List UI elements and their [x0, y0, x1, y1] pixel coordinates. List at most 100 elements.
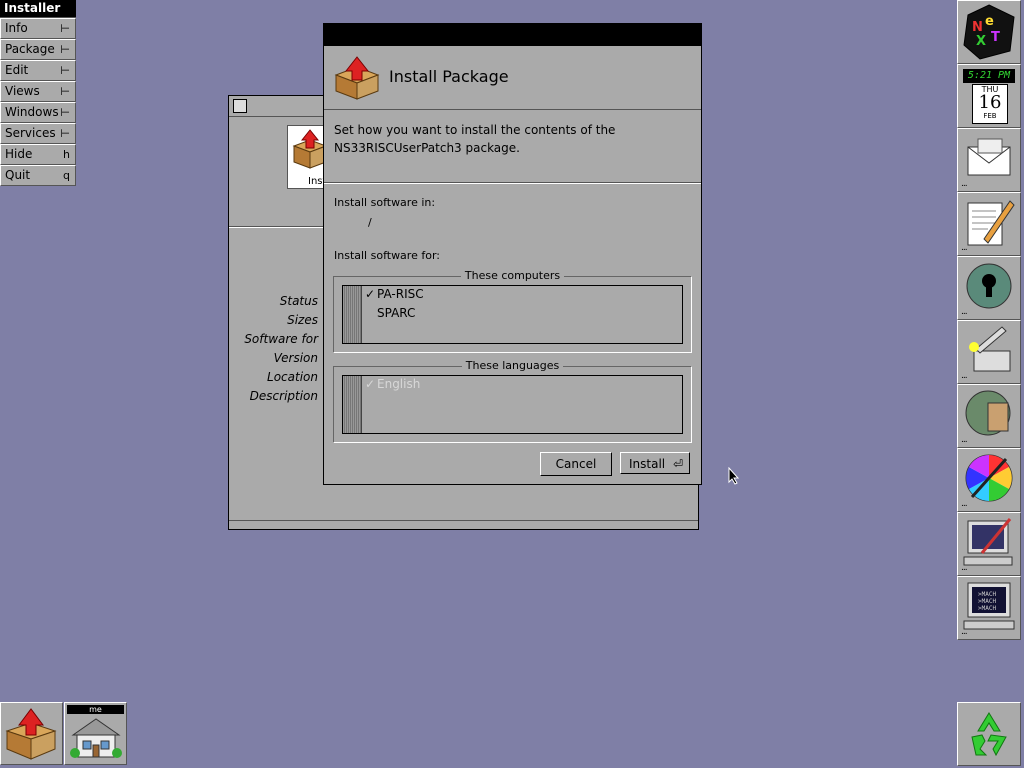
window-resize-bar[interactable]	[229, 520, 698, 529]
installer-app-tile[interactable]	[0, 702, 63, 765]
list-scroller[interactable]	[343, 376, 362, 433]
computers-list: ✓ PA-RISC SPARC	[342, 285, 683, 344]
submenu-arrow-icon: ⊢	[60, 106, 70, 119]
menu-item-label: Windows	[5, 105, 59, 119]
list-scroller[interactable]	[343, 286, 362, 343]
menu-item-views[interactable]: Views ⊢	[0, 81, 76, 102]
dock-tile-mail[interactable]: ...	[957, 128, 1021, 192]
menu-item-hide[interactable]: Hide h	[0, 144, 76, 165]
install-button-label: Install	[629, 457, 666, 471]
version-label: Version	[273, 351, 318, 365]
dialog-description: Set how you want to install the contents…	[334, 123, 616, 155]
calendar-icon: THU 16 FEB	[972, 84, 1008, 124]
launch-dots: ...	[961, 307, 968, 317]
status-label: Status	[279, 294, 318, 308]
menu-shortcut: q	[63, 169, 70, 182]
home-house-icon	[70, 718, 122, 758]
cancel-button[interactable]: Cancel	[540, 452, 612, 476]
home-folder-tile[interactable]: me	[64, 702, 127, 765]
launch-dots: ...	[961, 563, 968, 573]
svg-text:>MACH: >MACH	[978, 605, 996, 612]
menu-shortcut: h	[63, 148, 70, 161]
dock-tile-preferences[interactable]: ...	[957, 320, 1021, 384]
menu-item-windows[interactable]: Windows ⊢	[0, 102, 76, 123]
menu-item-label: Package	[5, 42, 55, 56]
svg-text:X: X	[976, 34, 986, 49]
dock-tile-recycler[interactable]	[957, 702, 1021, 766]
dialog-header: Install Package	[324, 47, 701, 110]
mouse-cursor-icon	[728, 467, 740, 485]
menu-item-label: Services	[5, 126, 56, 140]
menu-item-package[interactable]: Package ⊢	[0, 39, 76, 60]
color-wheel-icon	[965, 454, 1013, 502]
launch-dots: ...	[961, 371, 968, 381]
dock-tile-color[interactable]: ...	[957, 448, 1021, 512]
svg-text:T: T	[991, 30, 1000, 45]
languages-group: These languages ✓ English	[333, 359, 692, 443]
dock-tile-keyhole[interactable]: ...	[957, 256, 1021, 320]
submenu-arrow-icon: ⊢	[60, 85, 70, 98]
svg-text:N: N	[972, 20, 983, 35]
description-label: Description	[249, 389, 318, 403]
list-item-label: English	[377, 377, 421, 391]
languages-list: ✓ English	[342, 375, 683, 434]
menu-item-label: Hide	[5, 147, 33, 161]
list-item-pa-risc[interactable]: ✓ PA-RISC	[365, 287, 424, 301]
package-box-icon	[5, 708, 57, 760]
mach-terminal-icon: >MACH >MACH >MACH	[963, 582, 1015, 630]
dock-tile-next[interactable]: N e X T	[957, 0, 1021, 64]
launch-dots: ...	[961, 179, 968, 189]
checkmark-icon: ✓	[365, 287, 376, 301]
list-item-label: SPARC	[377, 306, 416, 320]
launch-dots: ...	[961, 627, 968, 637]
svg-text:e: e	[985, 14, 994, 29]
install-in-label: Install software in:	[334, 196, 436, 209]
submenu-arrow-icon: ⊢	[60, 43, 70, 56]
dialog-title: Install Package	[389, 67, 509, 86]
menu-title: Installer	[0, 0, 76, 18]
computers-legend: These computers	[334, 269, 691, 282]
launch-dots: ...	[961, 499, 968, 509]
computers-group: These computers ✓ PA-RISC SPARC	[333, 269, 692, 353]
submenu-arrow-icon: ⊢	[60, 127, 70, 140]
menu-item-edit[interactable]: Edit ⊢	[0, 60, 76, 81]
install-button[interactable]: Install ⏎	[620, 452, 690, 474]
package-box-icon	[334, 56, 380, 100]
svg-text:>MACH: >MACH	[978, 598, 996, 605]
monitor-tool-icon	[963, 518, 1013, 566]
sizes-label: Sizes	[287, 313, 318, 327]
submenu-arrow-icon: ⊢	[60, 22, 70, 35]
miniaturize-button[interactable]	[233, 99, 247, 113]
menu-item-quit[interactable]: Quit q	[0, 165, 76, 186]
install-in-path: /	[368, 216, 372, 229]
menu-item-label: Info	[5, 21, 28, 35]
software-for-label: Software for	[244, 332, 318, 346]
return-key-icon: ⏎	[672, 457, 683, 471]
recycler-icon	[971, 712, 1007, 757]
launch-dots: ...	[961, 435, 968, 445]
calendar-month: FEB	[983, 112, 997, 120]
menu-item-info[interactable]: Info ⊢	[0, 18, 76, 39]
dock-tile-globe-book[interactable]: ...	[957, 384, 1021, 448]
languages-legend: These languages	[334, 359, 691, 372]
edit-icon	[967, 200, 1015, 246]
keyhole-globe-icon	[966, 263, 1012, 309]
dock-tile-monitor-tool[interactable]: ...	[957, 512, 1021, 576]
dock-tile-terminal[interactable]: >MACH >MACH >MACH ...	[957, 576, 1021, 640]
launch-dots: ...	[961, 243, 968, 253]
preferences-icon	[969, 326, 1011, 372]
menu-item-label: Edit	[5, 63, 29, 77]
divider	[324, 182, 701, 184]
checkmark-icon: ✓	[365, 377, 376, 391]
app-menu: Installer Info ⊢ Package ⊢ Edit ⊢ Views ⊢ Wi…	[0, 0, 76, 186]
location-label: Location	[267, 370, 318, 384]
dialog-titlebar[interactable]	[324, 24, 701, 46]
menu-item-services[interactable]: Services ⊢	[0, 123, 76, 144]
list-item-sparc[interactable]: SPARC	[365, 306, 415, 320]
mail-icon	[967, 138, 1011, 176]
list-item-label: PA-RISC	[377, 287, 424, 301]
calendar-day: 16	[978, 92, 1002, 113]
dock-tile-edit[interactable]: ...	[957, 192, 1021, 256]
dock-tile-clock[interactable]: 5:21 PM THU 16 FEB	[957, 64, 1021, 128]
clock-time: 5:21 PM	[963, 69, 1015, 83]
